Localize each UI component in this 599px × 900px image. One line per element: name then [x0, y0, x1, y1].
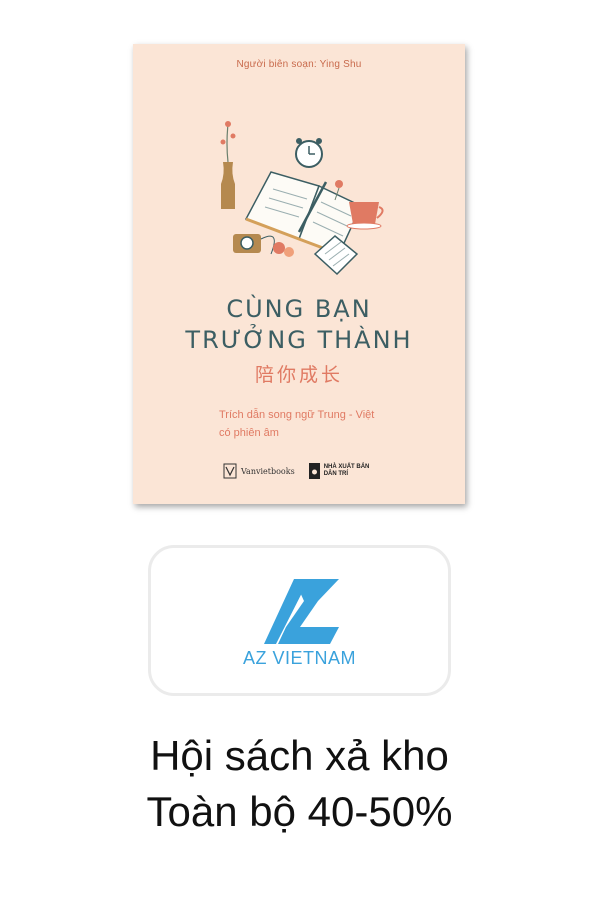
- book-compiler: Người biên soạn: Ying Shu: [236, 59, 362, 70]
- promo-text: Hội sách xả kho Toàn bộ 40-50%: [0, 728, 599, 840]
- publisher-dantri: NHÀ XUẤT BẢN DÂN TRÍ: [308, 463, 370, 479]
- publisher2-line2: DÂN TRÍ: [323, 471, 349, 477]
- brand-name: AZ VIETNAM: [242, 648, 356, 668]
- book-illustration: [220, 121, 384, 276]
- publisher2-line1: NHÀ XUẤT BẢN: [323, 464, 370, 470]
- publisher1-name: Vanvietbooks: [241, 466, 295, 476]
- book-title-line1: CÙNG BẠN: [226, 295, 372, 323]
- publisher-vanvietbooks: Vanvietbooks: [223, 463, 295, 479]
- promo-line1: Hội sách xả kho: [150, 732, 449, 779]
- book-chinese-title: 陪你成长: [254, 364, 343, 386]
- book-subtitle-line2: có phiên âm: [219, 427, 279, 439]
- book-subtitle-line1: Trích dẫn song ngữ Trung - Việt: [219, 409, 375, 421]
- promo-line2: Toàn bộ 40-50%: [146, 788, 453, 835]
- brand-logo-card[interactable]: AZ VIETNAM: [148, 545, 451, 696]
- book-title-line2: TRƯỞNG THÀNH: [185, 326, 413, 354]
- az-logo-icon: [264, 579, 339, 644]
- book-title: CÙNG BẠN TRƯỞNG THÀNH: [133, 294, 465, 356]
- book-subtitle: Trích dẫn song ngữ Trung - Việt có phiên…: [219, 406, 419, 442]
- vanvietbooks-logo-icon: [223, 463, 237, 479]
- book-cover: Người biên soạn: Ying Shu CÙNG BẠN TRƯỞN…: [133, 44, 465, 504]
- publisher-logos: Vanvietbooks NHÀ XUẤT BẢN DÂN TRÍ: [223, 459, 369, 483]
- dantri-logo-icon: [308, 463, 320, 479]
